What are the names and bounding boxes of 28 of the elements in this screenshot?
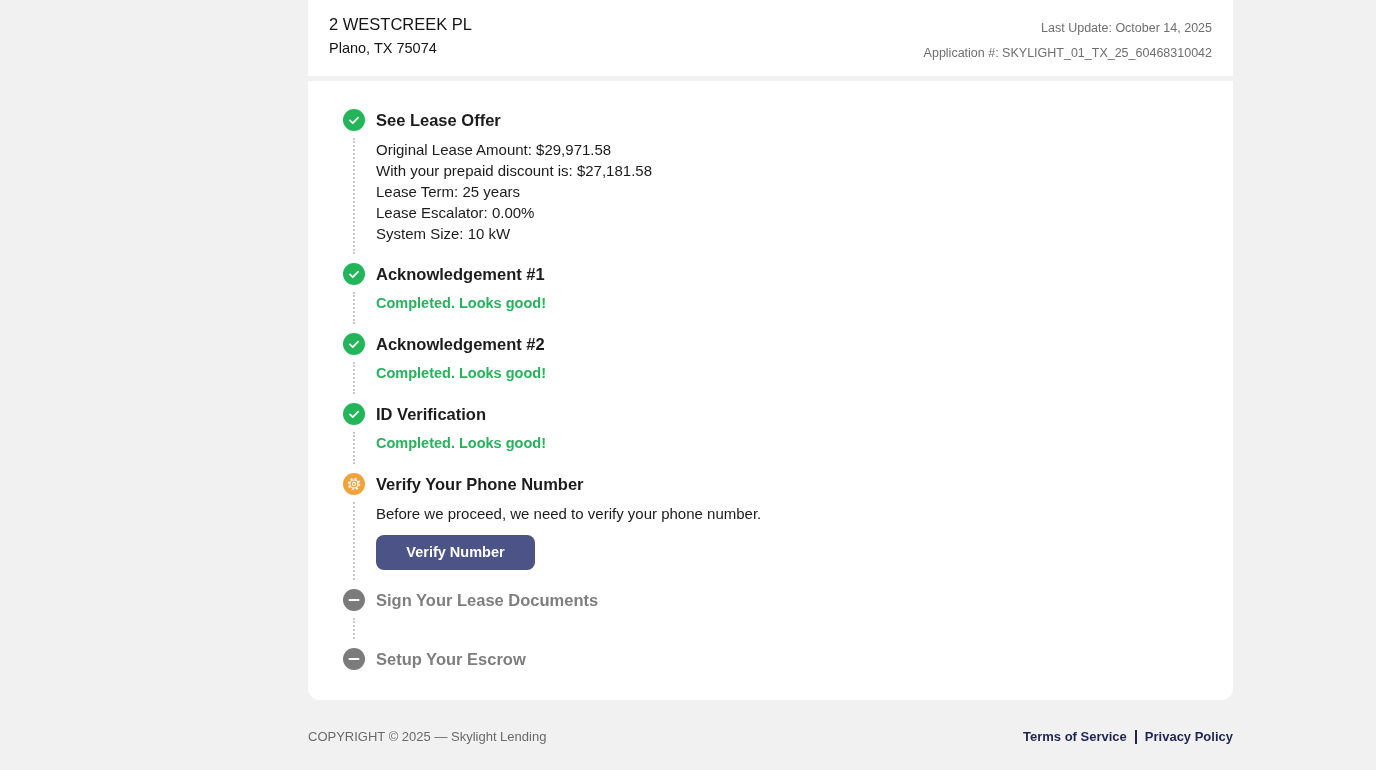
step-title: Sign Your Lease Documents — [376, 590, 600, 611]
completed-status-text: Completed. Looks good! — [376, 364, 547, 383]
address-line: 2 WESTCREEK PL — [329, 14, 473, 35]
step-title: ID Verification — [376, 404, 488, 425]
dotted-connector — [353, 432, 355, 464]
step-detail-text: Before we proceed, we need to verify your phone number. — [376, 504, 763, 524]
completed-status-text: Completed. Looks good! — [376, 294, 547, 313]
completed-status-text: Completed. Looks good! — [376, 434, 547, 453]
last-update-text: Last Update: October 14, 2025 — [1041, 20, 1212, 37]
dotted-connector — [353, 618, 355, 639]
city-state-zip-line: Plano, TX 75074 — [329, 39, 438, 58]
step-detail-text: System Size: 10 kW — [376, 224, 512, 244]
copyright-text: COPYRIGHT © 2025 — Skylight Lending — [308, 728, 547, 746]
step-detail-text: Lease Escalator: 0.00% — [376, 203, 536, 223]
step-detail-text: With your prepaid discount is: $27,181.58 — [376, 161, 653, 181]
footer-link[interactable]: Privacy Policy — [1144, 728, 1233, 746]
dotted-connector — [353, 292, 355, 324]
step-title: Acknowledgement #1 — [376, 264, 546, 285]
step-detail-text: Lease Term: 25 years — [376, 182, 521, 202]
step-title: Verify Your Phone Number — [376, 474, 585, 495]
dotted-connector — [353, 362, 355, 394]
application-number-text: Application #: SKYLIGHT_01_TX_25_60468310042 — [923, 45, 1212, 62]
footer-link[interactable]: Terms of Service — [1023, 728, 1127, 746]
verify-button[interactable]: Verify Number — [376, 535, 535, 570]
step-detail-text: Original Lease Amount: $29,971.58 — [376, 140, 613, 160]
step-title: Setup Your Escrow — [376, 649, 527, 670]
step-title: Acknowledgement #2 — [376, 334, 546, 355]
step-title: See Lease Offer — [376, 110, 502, 131]
